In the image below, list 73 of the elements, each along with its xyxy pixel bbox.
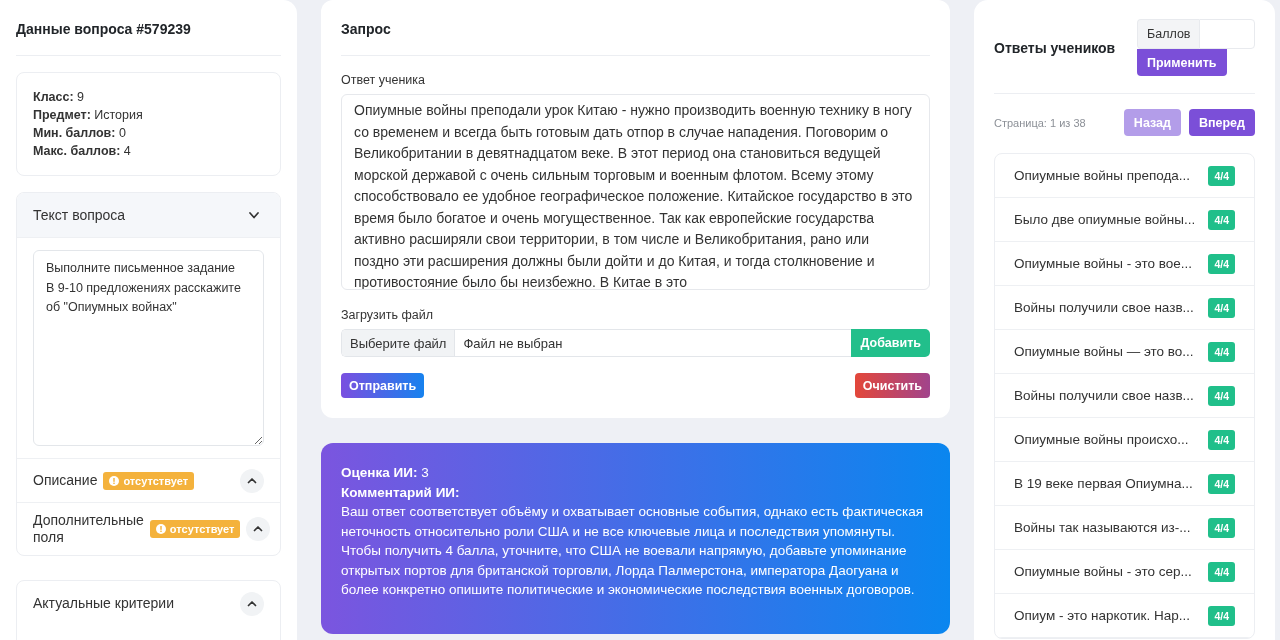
section-title: Текст вопроса — [33, 206, 126, 224]
answer-list-item[interactable]: В 19 веке первая Опиумна... 4/4 — [995, 462, 1254, 506]
score-badge: 4/4 — [1208, 473, 1235, 494]
answer-preview-text: Опиумные войны - это сер... — [1014, 564, 1192, 579]
card-title: Запрос — [341, 20, 392, 39]
answer-preview-text: Опиумные войны — это во... — [1014, 344, 1194, 359]
chevron-up-icon[interactable] — [240, 591, 264, 616]
panel-title: Данные вопроса #579239 — [16, 20, 192, 39]
exclamation-circle-icon — [109, 475, 120, 486]
info-line: Класс: 9 — [33, 89, 86, 106]
answer-preview-text: Опиумные войны - это вое... — [1014, 256, 1193, 271]
field-label: Загрузить файл — [341, 307, 435, 323]
info-line: Мин. баллов: 0 — [33, 125, 127, 142]
clear-button[interactable]: Очистить — [854, 373, 930, 398]
apply-button[interactable]: Применить — [1137, 49, 1227, 76]
accordion-header[interactable]: Текст вопроса — [17, 193, 280, 238]
answer-list-item[interactable]: Было две опиумные войны... 4/4 — [995, 198, 1254, 242]
answer-preview-text: Войны так называются из-... — [1014, 520, 1191, 535]
answer-preview-text: Было две опиумные войны... — [1014, 212, 1196, 227]
answer-preview-text: Опиумные войны препода... — [1014, 168, 1191, 183]
score-badge: 4/4 — [1208, 341, 1235, 362]
answer-list-item[interactable]: Опиумные войны препода... 4/4 — [995, 154, 1254, 198]
answer-list-item[interactable]: Войны получили свое назв... 4/4 — [995, 374, 1254, 418]
section-title: Описание — [33, 472, 98, 489]
info-line: Макс. баллов: 4 — [33, 143, 132, 160]
score-badge: 4/4 — [1208, 517, 1235, 538]
ai-comment-text: Ваш ответ соответствует объёму и охватывает основные события, однако есть фактическая неточность относительно роли США и не все ключевые лица и последствия упомянуты. Чтобы получить 4 балла, уточните, что США не воевали напрямую, добавьте упоминание открытых портов для британской торговли, Лорда Палмерстона, императора Даогуана и более конкретно опишите политические и экономические последствия военных договоров. — [341, 503, 925, 599]
answer-list-item[interactable]: Войны так называются из-... 4/4 — [995, 506, 1254, 550]
badge-label: отсутствует — [123, 474, 189, 487]
ai-comment-label: Комментарий ИИ: — [341, 483, 461, 502]
answer-preview-text: Опиумные войны происхо... — [1014, 432, 1189, 447]
question-text-field[interactable]: Выполните письменное задание В 9-10 предложениях расскажите об "Опиумных войнах" — [33, 250, 264, 446]
answer-preview-text: Войны получили свое назв... — [1014, 388, 1194, 403]
section-title: Актуальные критерии — [33, 595, 174, 612]
score-badge: 4/4 — [1208, 429, 1235, 450]
score-label: Баллов — [1137, 19, 1200, 49]
chevron-down-icon[interactable] — [249, 211, 259, 219]
answer-list-item[interactable]: Опиумные войны — это во... 4/4 — [995, 330, 1254, 374]
answer-preview-text: Опиум - это наркотик. Нар... — [1014, 608, 1190, 623]
badge-label: отсутствует — [169, 523, 235, 535]
chevron-up-icon[interactable] — [246, 517, 271, 541]
file-input-field[interactable]: Выберите файл Файл не выбран — [341, 329, 852, 357]
answer-list-item[interactable]: Опиумные войны - это вое... 4/4 — [995, 242, 1254, 286]
page-info-text: Страница: 1 из 38 — [994, 116, 1086, 129]
score-badge: 4/4 — [1208, 605, 1235, 626]
answer-list-item[interactable]: Опиум - это наркотик. Нар... 4/4 — [995, 594, 1254, 638]
section-title: Дополнительные поля — [33, 512, 144, 546]
score-badge: 4/4 — [1208, 253, 1235, 274]
accordion-header[interactable]: Описание отсутствует — [17, 459, 280, 503]
pagination-button[interactable]: Вперед — [1188, 109, 1255, 136]
answer-list-item[interactable]: Опиумные войны происхо... 4/4 — [995, 418, 1254, 462]
score-badge: 4/4 — [1208, 209, 1235, 230]
submit-button[interactable]: Отправить — [341, 373, 425, 398]
score-badge: 4/4 — [1208, 297, 1235, 318]
answer-field[interactable]: Опиумные войны преподали урок Китаю - нужно производить военную технику в ногу со временем и всегда быть готовым дать отпор в случае нападения. Поговорим о Великобритании в девятнадцатом веке. В этот период она становиться ведущей морской державой с очень сильным торговым и военным флотом. Всему этому способствовало ее удобное географическое положение. Китайское государство в это время было богатое и очень могущественное. Так как европейские государства активно расширяли свои территории, в том числе и Великобритания, рано или поздно эти расширения должны были дойти и до Китая, и тогда столкновение и противостояние было бы неизбежно. В Китае в это — [341, 94, 930, 290]
score-badge: 4/4 — [1208, 165, 1235, 186]
choose-file-button[interactable]: Выберите файл — [342, 330, 456, 356]
panel-title: Ответы учеников — [994, 38, 1116, 58]
field-label: Ответ ученика — [341, 72, 426, 88]
answer-preview-text: Войны получили свое назв... — [1014, 300, 1194, 315]
accordion-header[interactable]: Дополнительные поля отсутствует — [17, 503, 280, 555]
answer-list-item[interactable]: Войны получили свое назв... 4/4 — [995, 286, 1254, 330]
chevron-up-icon[interactable] — [240, 468, 264, 493]
answer-list-item[interactable]: Опиумные войны - это сер... 4/4 — [995, 550, 1254, 594]
exclamation-circle-icon — [155, 524, 166, 534]
file-status-text: Файл не выбран — [462, 334, 563, 353]
score-badge: 4/4 — [1208, 385, 1235, 406]
ai-score-text: Оценка ИИ: 3 — [341, 464, 430, 482]
score-input-field[interactable] — [1199, 19, 1255, 49]
accordion-header[interactable]: Актуальные критерии — [17, 581, 280, 626]
score-badge: 4/4 — [1208, 561, 1235, 582]
answer-preview-text: В 19 веке первая Опиумна... — [1014, 476, 1193, 491]
info-line: Предмет: История — [33, 107, 144, 124]
